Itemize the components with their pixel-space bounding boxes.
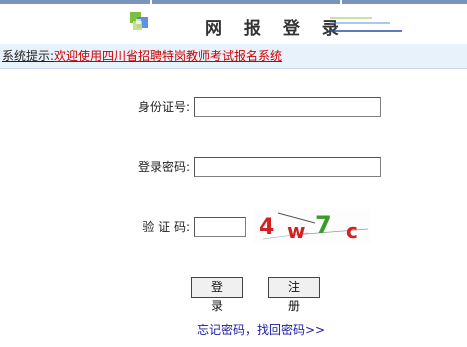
captcha-char: c [346, 219, 358, 243]
colored-squares-logo-icon [130, 12, 148, 30]
id-number-label: 身份证号: [137, 100, 190, 114]
password-input[interactable] [194, 157, 381, 177]
page-title: 网 报 登 录 [205, 19, 347, 39]
captcha-label: 验 证 码: [142, 220, 190, 234]
captcha-char: 4 [259, 215, 274, 240]
captcha-input[interactable] [194, 217, 246, 237]
captcha-image[interactable]: 4 w 7 c [253, 209, 371, 243]
captcha-char: 7 [315, 211, 332, 239]
forgot-password-link[interactable]: 忘记密码，找回密码>> [197, 321, 325, 338]
password-label: 登录密码: [137, 160, 190, 174]
decorative-lines [330, 17, 402, 32]
login-button[interactable]: 登 录 [191, 277, 243, 313]
captcha-char: w [287, 219, 305, 243]
register-button[interactable]: 注 册 [268, 277, 320, 313]
id-number-input[interactable] [194, 97, 381, 117]
notice-bar: 系统提示:欢迎使用四川省招聘特岗教师考试报名系统 [0, 44, 467, 69]
notice-text[interactable]: 欢迎使用四川省招聘特岗教师考试报名系统 [54, 49, 282, 63]
notice-label: 系统提示: [2, 49, 55, 63]
header: 网 报 登 录 [0, 4, 467, 44]
